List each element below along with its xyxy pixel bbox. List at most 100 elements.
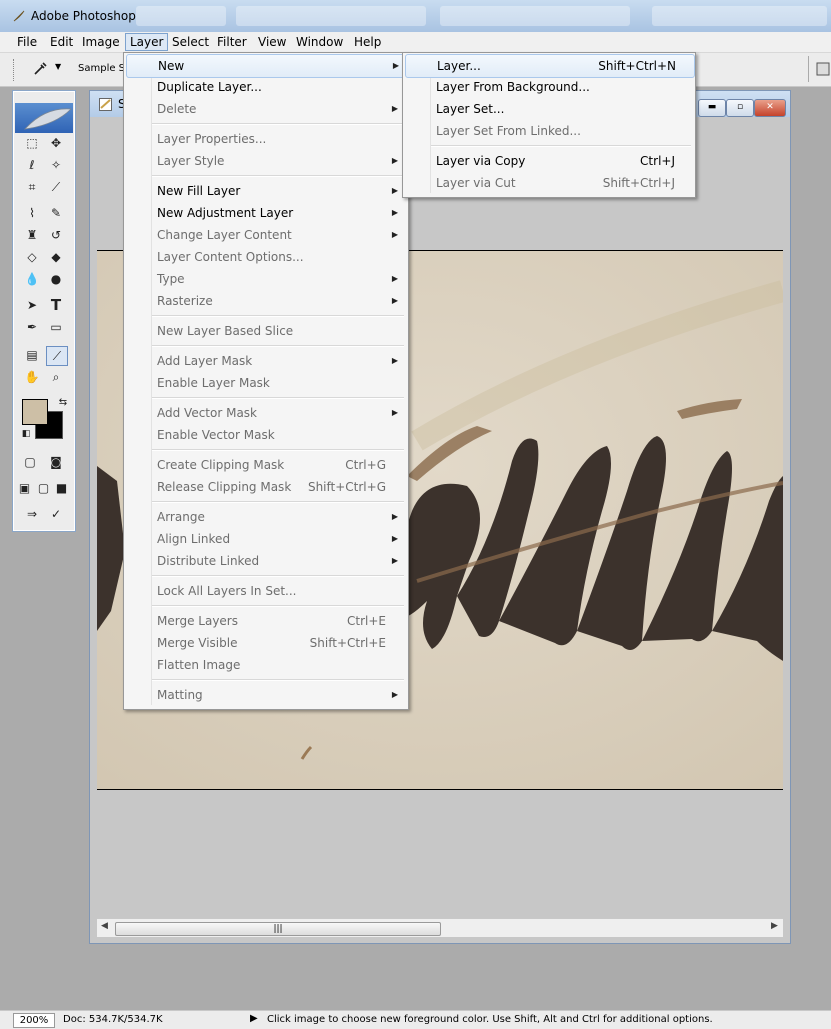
- slice-tool-icon[interactable]: ⟋: [46, 178, 66, 196]
- tool-preset-dropdown-icon[interactable]: ▼: [55, 62, 61, 71]
- history-brush-tool-icon[interactable]: ↺: [46, 226, 66, 244]
- menu-item-layer-from-background[interactable]: Layer From Background...: [405, 76, 693, 98]
- document-close-button[interactable]: ✕: [754, 99, 786, 117]
- pen-tool-icon[interactable]: ✒: [22, 318, 42, 336]
- menu-item-new-adjustment-layer[interactable]: New Adjustment Layer ▶: [126, 202, 406, 224]
- menu-item-layer-set-from-linked[interactable]: Layer Set From Linked...: [405, 120, 693, 142]
- menu-item-distribute-linked[interactable]: Distribute Linked ▶: [126, 550, 406, 572]
- standard-mode-icon[interactable]: ▢: [20, 453, 40, 471]
- menu-image[interactable]: Image: [78, 34, 124, 50]
- menu-item-label: New Fill Layer: [157, 184, 241, 198]
- submenu-arrow-icon: ▶: [391, 208, 398, 217]
- menu-item-rasterize[interactable]: Rasterize ▶: [126, 290, 406, 312]
- dodge-tool-icon[interactable]: ●: [46, 270, 66, 288]
- menu-item-matting[interactable]: Matting ▶: [126, 684, 406, 706]
- menu-item-flatten-image[interactable]: Flatten Image: [126, 654, 406, 676]
- hand-tool-icon[interactable]: ✋: [22, 368, 42, 386]
- menu-select[interactable]: Select: [168, 34, 213, 50]
- window-title: Adobe Photoshop: [31, 9, 136, 23]
- taskbar-tab[interactable]: [236, 6, 426, 26]
- menu-item-new-layer[interactable]: Layer... Shift+Ctrl+N: [405, 54, 695, 78]
- menu-view[interactable]: View: [254, 34, 290, 50]
- menu-item-new[interactable]: New ▶: [126, 54, 408, 78]
- menu-file[interactable]: File: [13, 34, 41, 50]
- menu-item-layer-style[interactable]: Layer Style ▶: [126, 150, 406, 172]
- eraser-tool-icon[interactable]: ◇: [22, 248, 42, 266]
- taskbar-tab[interactable]: [136, 6, 226, 26]
- options-bar-grip[interactable]: [13, 59, 17, 81]
- jump-to-imageready-icon[interactable]: ⇒: [22, 505, 42, 523]
- clone-stamp-tool-icon[interactable]: ♜: [22, 226, 42, 244]
- menu-filter[interactable]: Filter: [213, 34, 251, 50]
- menu-item-new-fill-layer[interactable]: New Fill Layer ▶: [126, 180, 406, 202]
- lasso-tool-icon[interactable]: ℓ: [22, 156, 42, 174]
- swap-colors-icon[interactable]: ⇆: [53, 393, 73, 411]
- scrollbar-thumb[interactable]: |||: [115, 922, 441, 936]
- file-browser-icon[interactable]: [815, 60, 831, 78]
- path-selection-tool-icon[interactable]: ➤: [22, 296, 42, 314]
- marquee-tool-icon[interactable]: ⬚: [22, 134, 42, 152]
- crop-tool-icon[interactable]: ⌗: [22, 178, 42, 196]
- menu-item-duplicate-layer[interactable]: Duplicate Layer...: [126, 76, 406, 98]
- menu-item-merge-visible[interactable]: Merge Visible Shift+Ctrl+E: [126, 632, 406, 654]
- document-minimize-button[interactable]: ▬: [698, 99, 726, 117]
- healing-brush-tool-icon[interactable]: ⌇: [22, 204, 42, 222]
- menu-item-align-linked[interactable]: Align Linked ▶: [126, 528, 406, 550]
- horizontal-scrollbar[interactable]: ◀ ||| ▶: [97, 918, 783, 937]
- menu-item-layer-via-copy[interactable]: Layer via Copy Ctrl+J: [405, 150, 693, 172]
- full-screen-menu-mode-icon[interactable]: ▢: [35, 479, 52, 497]
- menu-item-lock-all-layers-in-set[interactable]: Lock All Layers In Set...: [126, 580, 406, 602]
- scroll-right-arrow-icon[interactable]: ▶: [771, 921, 778, 931]
- full-screen-mode-icon[interactable]: ■: [53, 479, 70, 497]
- menu-item-layer-content-options[interactable]: Layer Content Options...: [126, 246, 406, 268]
- menu-item-enable-vector-mask[interactable]: Enable Vector Mask: [126, 424, 406, 446]
- menu-item-label: Layer Set...: [436, 102, 505, 116]
- menu-separator: [152, 679, 404, 681]
- standard-screen-mode-icon[interactable]: ▣: [16, 479, 33, 497]
- menu-item-create-clipping-mask[interactable]: Create Clipping Mask Ctrl+G: [126, 454, 406, 476]
- scroll-left-arrow-icon[interactable]: ◀: [101, 921, 108, 931]
- menu-item-new-layer-based-slice[interactable]: New Layer Based Slice: [126, 320, 406, 342]
- rectangle-tool-icon[interactable]: ▭: [46, 318, 66, 336]
- menu-item-release-clipping-mask[interactable]: Release Clipping Mask Shift+Ctrl+G: [126, 476, 406, 498]
- new-submenu: Layer... Shift+Ctrl+N Layer From Backgro…: [402, 52, 696, 198]
- title-bar: Adobe Photoshop: [0, 0, 831, 33]
- eyedropper-icon[interactable]: [32, 61, 48, 77]
- menu-item-add-layer-mask[interactable]: Add Layer Mask ▶: [126, 350, 406, 372]
- submenu-arrow-icon: ▶: [391, 356, 398, 365]
- blur-tool-icon[interactable]: 💧: [22, 270, 42, 288]
- menu-item-change-layer-content[interactable]: Change Layer Content ▶: [126, 224, 406, 246]
- menu-layer[interactable]: Layer: [125, 33, 169, 51]
- magic-wand-tool-icon[interactable]: ✧: [46, 156, 66, 174]
- menu-item-label: New: [158, 59, 185, 73]
- menu-item-type[interactable]: Type ▶: [126, 268, 406, 290]
- document-maximize-button[interactable]: ▫: [726, 99, 754, 117]
- menu-help[interactable]: Help: [350, 34, 385, 50]
- foreground-color-swatch[interactable]: [22, 399, 48, 425]
- taskbar-tab[interactable]: [440, 6, 630, 26]
- brush-tool-icon[interactable]: ✎: [46, 204, 66, 222]
- taskbar-tab[interactable]: [652, 6, 827, 26]
- menu-item-layer-set[interactable]: Layer Set...: [405, 98, 693, 120]
- type-tool-icon[interactable]: T: [46, 296, 66, 314]
- paint-bucket-tool-icon[interactable]: ◆: [46, 248, 66, 266]
- zoom-tool-icon[interactable]: ⌕: [46, 368, 66, 386]
- imageready-check-icon[interactable]: ✓: [46, 505, 66, 523]
- menu-item-merge-layers[interactable]: Merge Layers Ctrl+E: [126, 610, 406, 632]
- eyedropper-tool-icon[interactable]: ⟋: [46, 346, 68, 366]
- menu-item-layer-via-cut[interactable]: Layer via Cut Shift+Ctrl+J: [405, 172, 693, 194]
- notes-tool-icon[interactable]: ▤: [22, 346, 42, 364]
- quick-mask-mode-icon[interactable]: ◙: [46, 453, 66, 471]
- menu-edit[interactable]: Edit: [46, 34, 77, 50]
- menu-item-arrange[interactable]: Arrange ▶: [126, 506, 406, 528]
- zoom-level-field[interactable]: 200%: [13, 1013, 55, 1028]
- status-menu-arrow-icon[interactable]: ▶: [250, 1013, 258, 1024]
- move-tool-icon[interactable]: ✥: [46, 134, 66, 152]
- adobe-online-feather-icon[interactable]: [15, 103, 73, 133]
- menu-window[interactable]: Window: [292, 34, 347, 50]
- default-colors-icon[interactable]: ◧: [16, 425, 36, 443]
- menu-item-enable-layer-mask[interactable]: Enable Layer Mask: [126, 372, 406, 394]
- menu-item-layer-properties[interactable]: Layer Properties...: [126, 128, 406, 150]
- menu-item-delete[interactable]: Delete ▶: [126, 98, 406, 120]
- menu-item-add-vector-mask[interactable]: Add Vector Mask ▶: [126, 402, 406, 424]
